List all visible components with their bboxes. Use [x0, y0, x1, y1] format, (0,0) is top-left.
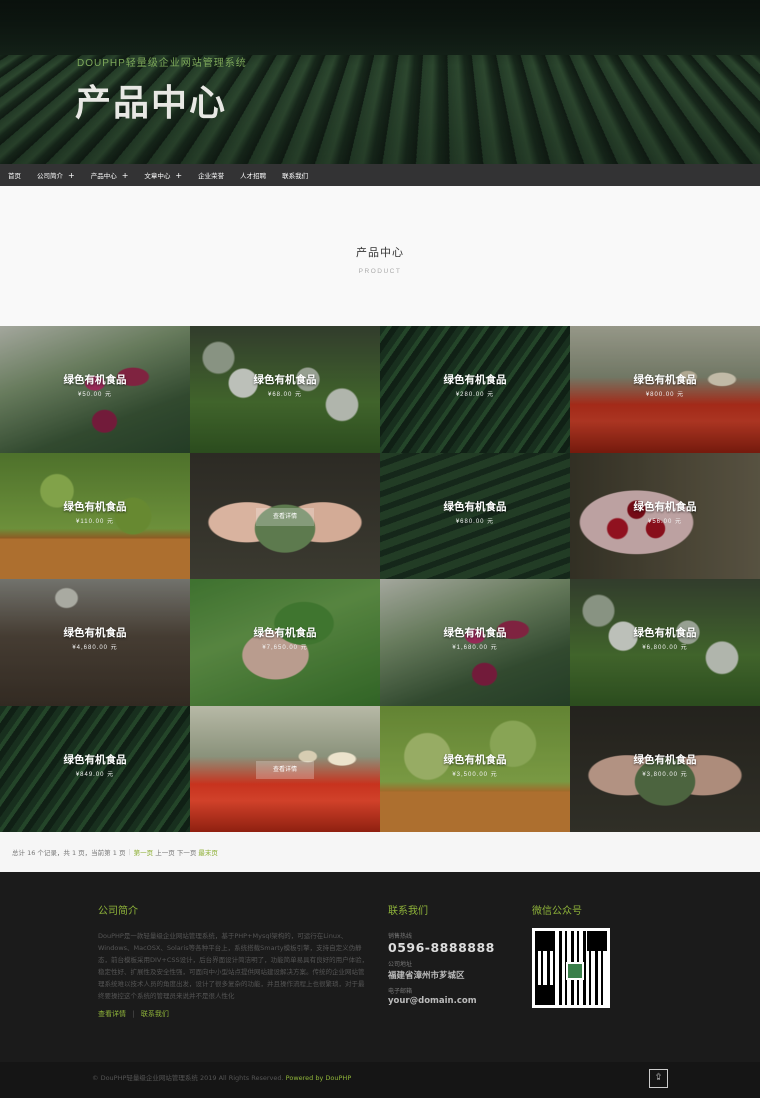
product-card[interactable]: 绿色有机食品 ¥3,800.00 元	[570, 705, 760, 832]
product-card[interactable]: 绿色有机食品 ¥849.00 元	[0, 705, 190, 832]
footer-about-text: DouPHP是一款轻量级企业网站管理系统，基于PHP+Mysql架构的，可运行在…	[98, 932, 369, 1000]
footer-more-link[interactable]: 查看详情	[98, 1010, 126, 1018]
phone-number: 0596-8888888	[388, 940, 495, 955]
product-name: 绿色有机食品	[633, 627, 697, 639]
banner-subtitle: DOUPHP轻量级企业网站管理系统	[77, 58, 247, 69]
pagination-summary: 总计 16 个记录，共 1 页，当前第 1 页	[12, 849, 126, 857]
product-card[interactable]: 绿色有机食品 ¥56.00 元	[570, 452, 760, 579]
product-card[interactable]: 查看详情	[190, 452, 380, 579]
product-price: ¥6,800.00 元	[642, 645, 688, 651]
product-name: 绿色有机食品	[633, 753, 697, 766]
view-detail-button[interactable]: 查看详情	[256, 760, 314, 779]
product-name: 绿色有机食品	[63, 500, 127, 513]
last-page-link[interactable]: 最末页	[198, 847, 218, 857]
nav-item-jobs[interactable]: 人才招聘	[232, 164, 274, 186]
product-name: 绿色有机食品	[443, 753, 507, 766]
nav-item-home[interactable]: 首页	[0, 164, 29, 186]
section-heading: 产品中心 PRODUCT	[0, 186, 760, 326]
qr-code-icon	[532, 928, 610, 1008]
double-chevron-up-icon: ⮸	[655, 1073, 662, 1083]
product-price: ¥56.00 元	[647, 518, 683, 525]
product-price: ¥849.00 元	[75, 771, 115, 778]
product-card[interactable]: 绿色有机食品 ¥7,650.00 元	[190, 579, 380, 706]
product-price: ¥3,800.00 元	[642, 771, 688, 778]
footer-about-title: 公司简介	[98, 906, 138, 917]
product-price: ¥280.00 元	[455, 392, 495, 398]
section-title: 产品中心	[356, 246, 404, 259]
email-value: your@domain.com	[388, 996, 477, 1006]
view-detail-button[interactable]: 查看详情	[256, 507, 314, 526]
footer-wechat-title: 微信公众号	[532, 906, 582, 917]
product-name: 绿色有机食品	[443, 500, 507, 513]
powered-by-link[interactable]: Powered by DouPHP	[286, 1074, 352, 1082]
product-card[interactable]: 绿色有机食品 ¥110.00 元	[0, 452, 190, 579]
banner-title: 产品中心	[75, 83, 228, 124]
plus-icon[interactable]: +	[68, 171, 75, 180]
product-price: ¥3,500.00 元	[452, 771, 498, 778]
product-price: ¥680.00 元	[455, 518, 495, 525]
main-nav: 首页 公司简介 + 产品中心 + 文章中心 + 企业荣誉 人才招聘 联系我们	[0, 164, 760, 186]
product-card[interactable]: 绿色有机食品 ¥6,800.00 元	[570, 579, 760, 706]
footer-links: 查看详情 | 联系我们	[98, 1010, 169, 1018]
copyright-text: © DouPHP轻量级企业网站管理系统 2019 All Rights Rese…	[92, 1074, 284, 1082]
plus-icon[interactable]: +	[175, 171, 182, 180]
phone-label: 销售热线	[388, 933, 413, 940]
section-subtitle: PRODUCT	[358, 268, 402, 275]
nav-item-articles[interactable]: 文章中心 +	[136, 164, 190, 186]
product-name: 绿色有机食品	[253, 374, 317, 386]
footer-contact-title: 联系我们	[388, 906, 428, 917]
product-price: ¥50.00 元	[77, 392, 113, 398]
product-card[interactable]: 绿色有机食品 ¥1,680.00 元	[380, 579, 570, 706]
address-value: 福建省漳州市芗城区	[388, 971, 465, 981]
nav-item-products[interactable]: 产品中心 +	[83, 164, 137, 186]
first-page-link[interactable]: 第一页	[134, 847, 154, 857]
product-price: ¥800.00 元	[645, 392, 685, 398]
product-name: 绿色有机食品	[443, 374, 507, 386]
product-card[interactable]: 查看详情	[190, 705, 380, 832]
plus-icon[interactable]: +	[122, 171, 129, 180]
product-price: ¥1,680.00 元	[452, 645, 498, 651]
product-price: ¥110.00 元	[76, 518, 114, 525]
footer-contact-link[interactable]: 联系我们	[141, 1010, 169, 1018]
product-price: ¥4,680.00 元	[72, 645, 118, 651]
email-label: 电子邮箱	[388, 988, 413, 995]
product-price: ¥68.00 元	[267, 392, 303, 398]
product-card[interactable]: 绿色有机食品 ¥4,680.00 元	[0, 579, 190, 706]
product-card[interactable]: 绿色有机食品 ¥280.00 元	[380, 326, 570, 453]
product-price: ¥7,650.00 元	[262, 645, 308, 651]
nav-item-honors[interactable]: 企业荣誉	[190, 164, 232, 186]
pagination: 总计 16 个记录，共 1 页，当前第 1 页 | 第一页 上一页 下一页 最末…	[0, 832, 760, 872]
product-card[interactable]: 绿色有机食品 ¥800.00 元	[570, 326, 760, 453]
page-banner: DOUPHP轻量级企业网站管理系统 产品中心	[0, 0, 760, 164]
address-label: 公司地址	[388, 961, 413, 968]
product-card[interactable]: 绿色有机食品 ¥680.00 元	[380, 452, 570, 579]
product-grid: 绿色有机食品 ¥50.00 元 绿色有机食品 ¥68.00 元 绿色有机食品 ¥280…	[0, 326, 760, 832]
nav-item-contact[interactable]: 联系我们	[274, 164, 316, 186]
nav-item-about[interactable]: 公司简介 +	[29, 164, 83, 186]
product-name: 绿色有机食品	[633, 500, 697, 513]
product-name: 绿色有机食品	[63, 753, 127, 766]
product-card[interactable]: 绿色有机食品 ¥68.00 元	[190, 326, 380, 453]
product-card[interactable]: 绿色有机食品 ¥3,500.00 元	[380, 705, 570, 832]
prev-page-link[interactable]: 上一页	[155, 847, 175, 857]
product-name: 绿色有机食品	[63, 374, 127, 386]
product-card[interactable]: 绿色有机食品 ¥50.00 元	[0, 326, 190, 453]
product-name: 绿色有机食品	[443, 627, 507, 639]
back-to-top-button[interactable]: ⮸	[649, 1069, 668, 1088]
product-name: 绿色有机食品	[253, 627, 317, 639]
product-name: 绿色有机食品	[63, 627, 127, 639]
next-page-link[interactable]: 下一页	[177, 847, 197, 857]
copyright-bar: © DouPHP轻量级企业网站管理系统 2019 All Rights Rese…	[0, 1062, 760, 1098]
product-name: 绿色有机食品	[633, 374, 697, 386]
